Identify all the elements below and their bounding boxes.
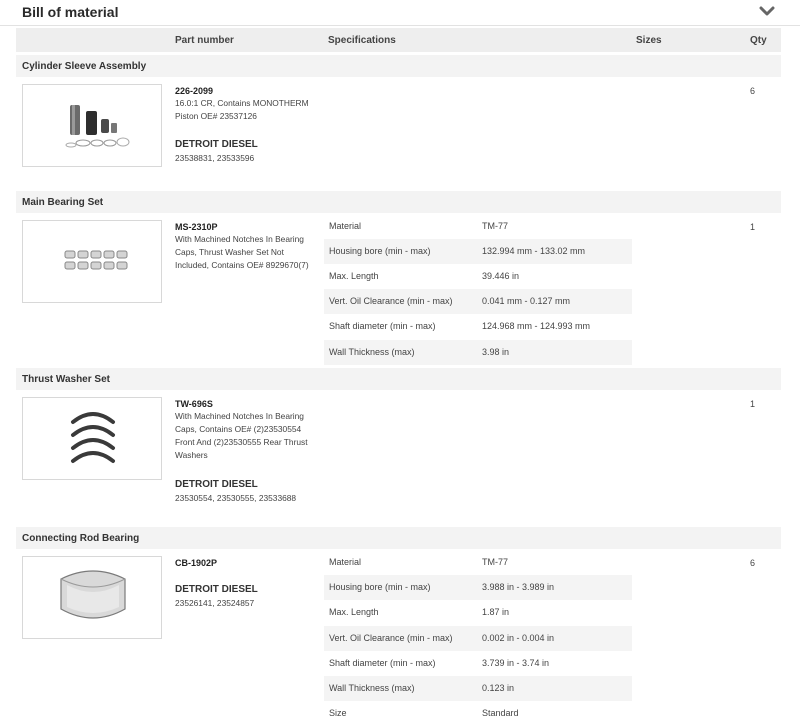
part-number[interactable]: CB-1902P [175,558,217,568]
spec-value: TM-77 [482,221,509,231]
spec-row: Material TM-77 [324,550,632,575]
chevron-down-icon[interactable] [758,4,776,18]
spec-value: 1.87 in [482,607,510,617]
divider [0,25,800,26]
spec-label: Wall Thickness (max) [329,347,415,357]
quantity: 1 [750,399,756,409]
spec-row: Max. Length 39.446 in [324,264,632,289]
spec-label: Shaft diameter (min - max) [329,658,436,668]
quantity: 6 [750,558,756,568]
description-line: With Machined Notches In Bearing [175,234,304,244]
description-line: Caps, Contains OE# (2)23530554 [175,424,302,434]
part-description: With Machined Notches In Bearing Caps, T… [175,233,320,272]
spec-value: 3.98 in [482,347,510,357]
section-heading: Bill of material [22,4,119,20]
spec-row: Vert. Oil Clearance (min - max) 0.041 mm… [324,289,632,314]
spec-value: 124.968 mm - 124.993 mm [482,321,591,331]
part-number[interactable]: 226-2099 [175,86,213,96]
description-line: 16.0:1 CR, Contains MONOTHERM [175,98,309,108]
part-description: With Machined Notches In Bearing Caps, C… [175,410,320,462]
spec-value: TM-77 [482,557,509,567]
spec-row: Housing bore (min - max) 3.988 in - 3.98… [324,575,632,600]
product-image-cylinder-sleeve[interactable] [22,84,162,167]
product-image-connecting-rod[interactable] [22,556,162,639]
product-image-main-bearing[interactable] [22,220,162,303]
oe-numbers: 23538831, 23533596 [175,153,255,163]
column-part-number: Part number [175,35,234,46]
section-title-cylinder-sleeve: Cylinder Sleeve Assembly [16,55,781,77]
brand-name: DETROIT DIESEL [175,479,258,490]
section-title-main-bearing: Main Bearing Set [16,191,781,213]
part-description: 16.0:1 CR, Contains MONOTHERM Piston OE#… [175,97,320,123]
spec-label: Size [329,708,347,718]
spec-value: 39.446 in [482,271,520,281]
spec-label: Vert. Oil Clearance (min - max) [329,296,453,306]
spec-row: Size Standard [324,701,632,725]
section-title-connecting-rod: Connecting Rod Bearing [16,527,781,549]
spec-row: Housing bore (min - max) 132.994 mm - 13… [324,239,632,264]
spec-row: Shaft diameter (min - max) 3.739 in - 3.… [324,651,632,676]
description-line: Front And (2)23530555 Rear Thrust [175,437,308,447]
spec-value: 0.041 mm - 0.127 mm [482,296,571,306]
quantity: 1 [750,222,756,232]
spec-row: Wall Thickness (max) 0.123 in [324,676,632,701]
spec-label: Vert. Oil Clearance (min - max) [329,633,453,643]
spec-row: Shaft diameter (min - max) 124.968 mm - … [324,314,632,339]
part-number[interactable]: MS-2310P [175,222,218,232]
column-specifications: Specifications [328,35,396,46]
section-title-thrust-washer: Thrust Washer Set [16,368,781,390]
spec-row: Vert. Oil Clearance (min - max) 0.002 in… [324,626,632,651]
spec-row: Wall Thickness (max) 3.98 in [324,340,632,365]
description-line: Washers [175,450,208,460]
spec-label: Housing bore (min - max) [329,582,431,592]
description-line: Included, Contains OE# 8929670(7) [175,260,309,270]
column-sizes: Sizes [636,35,662,46]
spec-value: 0.123 in [482,683,515,693]
description-line: Caps, Thrust Washer Set Not [175,247,284,257]
spec-label: Max. Length [329,271,379,281]
spec-label: Housing bore (min - max) [329,246,431,256]
spec-label: Material [329,557,362,567]
bill-of-material-header: Bill of material [0,0,800,26]
spec-value: 3.739 in - 3.74 in [482,658,550,668]
spec-row: Max. Length 1.87 in [324,600,632,625]
spec-value: 132.994 mm - 133.02 mm [482,246,586,256]
spec-label: Material [329,221,362,231]
spec-value: 3.988 in - 3.989 in [482,582,555,592]
spec-label: Max. Length [329,607,379,617]
table-header: Part number Specifications Sizes Qty [16,28,781,52]
brand-name: DETROIT DIESEL [175,584,258,595]
spec-label: Shaft diameter (min - max) [329,321,436,331]
quantity: 6 [750,86,756,96]
description-line: Piston OE# 23537126 [175,111,257,121]
part-number[interactable]: TW-696S [175,399,213,409]
product-image-thrust-washer[interactable] [22,397,162,480]
spec-value: 0.002 in - 0.004 in [482,633,555,643]
spec-row: Material TM-77 [324,214,632,239]
spec-value: Standard [482,708,519,718]
oe-numbers: 23526141, 23524857 [175,598,255,608]
column-qty: Qty [750,35,767,46]
spec-label: Wall Thickness (max) [329,683,415,693]
oe-numbers: 23530554, 23530555, 23533688 [175,493,297,503]
description-line: With Machined Notches In Bearing [175,411,304,421]
brand-name: DETROIT DIESEL [175,139,258,150]
